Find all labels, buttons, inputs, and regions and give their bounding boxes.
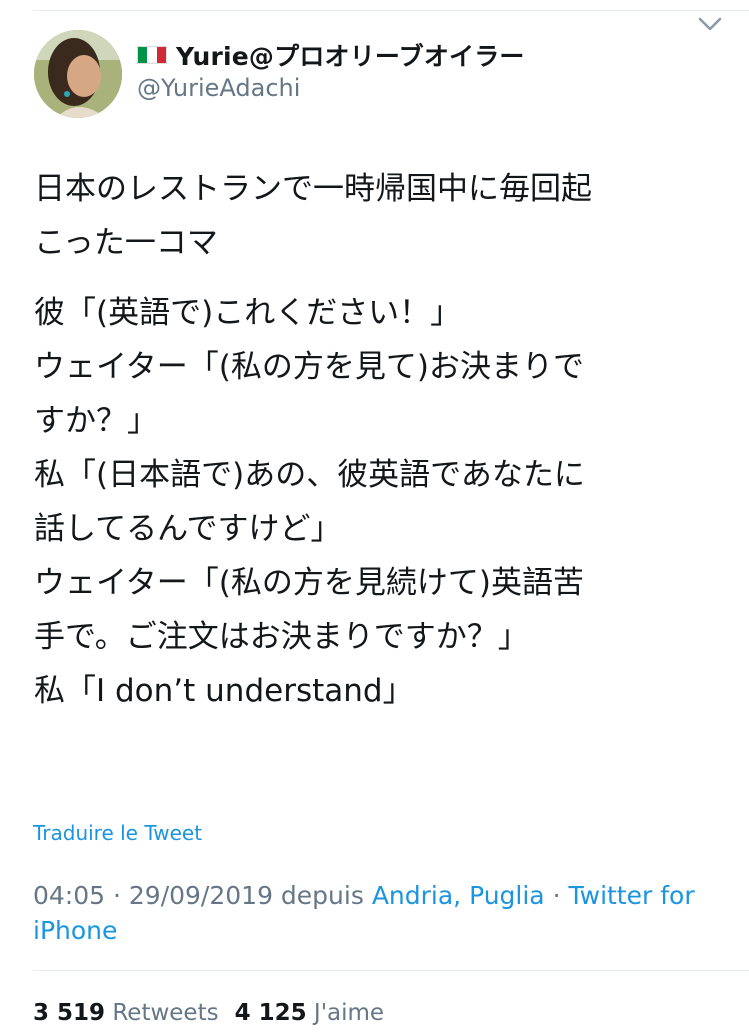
tweet-text: 日本のレストランで一時帰国中に毎回起 こった一コマ 彼「(英語で)これください！…	[34, 162, 724, 718]
tweet-stats: 3 519 Retweets 4 125 J'aime	[33, 1000, 384, 1026]
location-link[interactable]: Andria, Puglia	[372, 881, 545, 910]
bottom-divider	[33, 970, 749, 971]
tweet-line: すか？」	[34, 403, 158, 439]
user-handle[interactable]: @YurieAdachi	[137, 74, 300, 102]
retweets-label: Retweets	[112, 1000, 219, 1026]
retweets-stat[interactable]: 3 519 Retweets	[33, 1000, 219, 1026]
tweet-line: ウェイター「(私の方を見て)お決まりで	[34, 349, 584, 385]
flag-stripe-white	[147, 47, 157, 63]
likes-count: 4 125	[234, 1000, 307, 1026]
tweet-line: こった一コマ	[34, 225, 218, 261]
tweet-line: ウェイター「(私の方を見続けて)英語苦	[34, 565, 584, 601]
tweet-time[interactable]: 04:05	[33, 881, 105, 910]
tweet-line: 彼「(英語で)これください！」	[34, 295, 462, 331]
display-name[interactable]: Yurie@プロオリーブオイラー	[176, 37, 525, 73]
meta-separator: ·	[544, 881, 569, 910]
meta-separator: ·	[105, 881, 129, 910]
flag-stripe-red	[156, 47, 166, 63]
name-row[interactable]: Yurie@プロオリーブオイラー	[137, 37, 525, 73]
likes-stat[interactable]: 4 125 J'aime	[235, 1000, 385, 1026]
chevron-down-icon[interactable]	[697, 14, 723, 34]
translate-tweet-link[interactable]: Traduire le Tweet	[33, 821, 202, 845]
avatar[interactable]	[34, 30, 122, 118]
meta-depuis: depuis	[272, 881, 372, 910]
retweets-count: 3 519	[33, 1000, 106, 1026]
tweet-date[interactable]: 29/09/2019	[129, 881, 273, 910]
top-divider	[33, 10, 749, 11]
tweet-line: 日本のレストランで一時帰国中に毎回起	[34, 171, 592, 207]
likes-label: J'aime	[313, 1000, 385, 1026]
tweet-line: 私「(日本語で)あの、彼英語であなたに	[34, 457, 585, 493]
tweet-line: 話してるんですけど」	[34, 511, 342, 547]
tweet-meta: 04:05 · 29/09/2019 depuis Andria, Puglia…	[33, 878, 723, 948]
tweet-line: 手で。ご注文はお決まりですか？」	[34, 619, 529, 655]
tweet-line: 私「I don’t understand」	[34, 673, 414, 709]
italy-flag-icon	[137, 46, 167, 64]
flag-stripe-green	[138, 47, 148, 63]
